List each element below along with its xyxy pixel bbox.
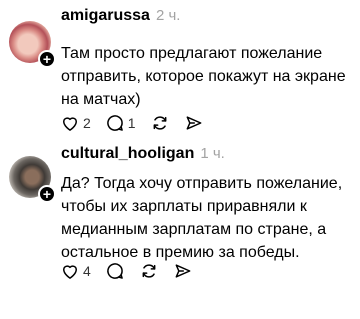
comment-text: Там просто предлагают пожелание отправит… [61, 45, 346, 108]
heart-icon [63, 117, 77, 131]
comment: + cultural_hooligan 1 ч. Да? Тогда хочу … [0, 145, 360, 319]
reply-button[interactable]: 1 [105, 113, 136, 133]
action-bar: 2 1 [60, 113, 218, 133]
action-bar: 4 [60, 261, 207, 281]
timestamp: 1 ч. [200, 145, 225, 162]
avatar[interactable]: + [9, 156, 56, 203]
reply-button[interactable] [105, 261, 125, 281]
share-button[interactable] [184, 113, 204, 133]
repost-button[interactable] [150, 113, 170, 133]
comment-text: Да? Тогда хочу отправить пожелание, чтоб… [61, 175, 343, 261]
like-count: 4 [83, 263, 91, 279]
repost-button[interactable] [139, 261, 159, 281]
send-icon [175, 264, 191, 278]
plus-icon[interactable]: + [38, 185, 56, 203]
username[interactable]: amigarussa [61, 7, 150, 25]
comment-icon [107, 263, 123, 279]
comment: + amigarussa 2 ч. Там просто предлагают … [0, 0, 360, 150]
reply-count: 1 [127, 115, 136, 131]
timestamp: 2 ч. [155, 7, 181, 24]
comment-header: cultural_hooligan 1 ч. [61, 145, 225, 163]
username[interactable]: cultural_hooligan [61, 145, 194, 163]
comment-header: amigarussa 2 ч. [61, 7, 180, 25]
like-button[interactable]: 2 [60, 113, 91, 133]
send-icon [186, 116, 202, 130]
repost-icon [142, 264, 156, 278]
plus-icon[interactable]: + [38, 50, 56, 68]
share-button[interactable] [173, 261, 193, 281]
repost-icon [153, 116, 167, 130]
comment-icon [107, 115, 123, 131]
like-button[interactable]: 4 [60, 261, 91, 281]
like-count: 2 [83, 115, 91, 131]
heart-icon [63, 265, 77, 279]
avatar[interactable]: + [9, 21, 56, 68]
